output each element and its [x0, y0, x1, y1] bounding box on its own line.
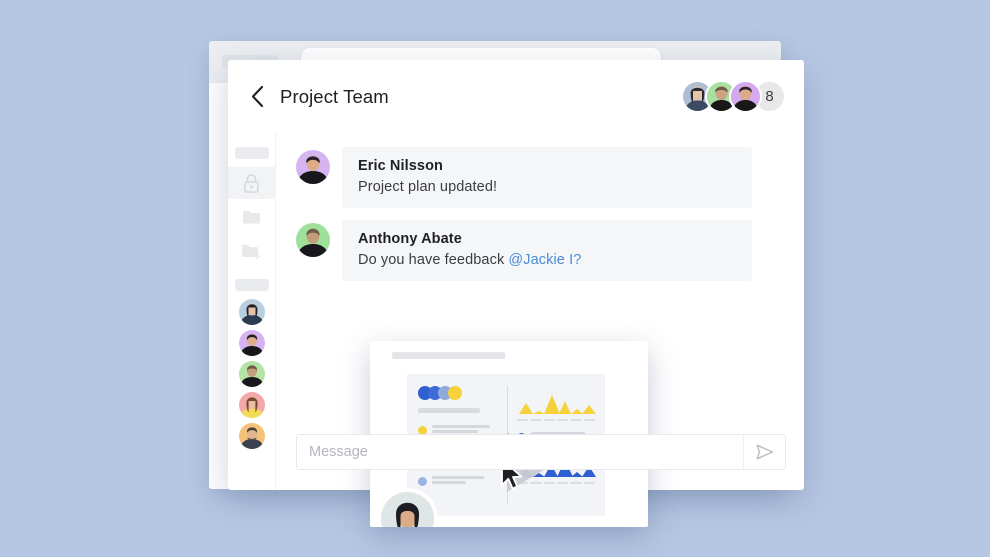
message-avatar — [296, 150, 330, 184]
message-bubble: Eric Nilsson Project plan updated! — [342, 147, 752, 208]
sidebar-avatar-1[interactable] — [238, 299, 265, 325]
participant-avatar-3[interactable] — [729, 80, 762, 113]
sidebar-item-folder[interactable] — [228, 201, 276, 233]
message-item: Eric Nilsson Project plan updated! — [296, 147, 786, 208]
mention-link[interactable]: @Jackie I? — [508, 252, 581, 268]
page-title: Project Team — [280, 85, 389, 107]
send-arrow-icon — [756, 444, 773, 460]
send-button[interactable] — [743, 435, 785, 469]
scene: Project Team 8 Eric Nilsson Project plan… — [0, 0, 990, 557]
top-yellow-peaks-chart — [517, 388, 596, 418]
message-text-body: Do you have feedback — [358, 252, 509, 268]
lock-icon — [244, 173, 259, 193]
message-text: Do you have feedback @Jackie I? — [358, 252, 736, 268]
message-item: Anthony Abate Do you have feedback @Jack… — [296, 220, 786, 281]
folder-plus-icon — [242, 244, 261, 260]
chevron-left-icon — [251, 86, 263, 107]
sidebar — [228, 133, 276, 490]
back-button[interactable] — [244, 84, 270, 110]
message-avatar — [296, 223, 330, 257]
sidebar-item-new-folder[interactable] — [228, 235, 276, 267]
sidebar-avatar-4[interactable] — [238, 392, 265, 418]
message-author: Anthony Abate — [358, 231, 462, 247]
slide-header-dots — [418, 386, 498, 400]
message-composer — [276, 434, 804, 490]
message-author: Eric Nilsson — [358, 158, 444, 174]
chat-body: Eric Nilsson Project plan updated! Antho… — [228, 133, 804, 490]
top-chart-axis-ticks — [517, 419, 595, 421]
conversation-panel: Eric Nilsson Project plan updated! Antho… — [276, 133, 804, 490]
participant-avatar-group[interactable]: 8 — [681, 80, 786, 113]
sidebar-avatar-3[interactable] — [238, 361, 265, 387]
sidebar-item-private-channel[interactable] — [228, 167, 276, 199]
folder-icon — [243, 210, 260, 224]
message-input[interactable] — [297, 444, 743, 460]
sidebar-chip-top — [234, 147, 269, 159]
chat-header: Project Team 8 — [228, 60, 804, 133]
slide-title-placeholder — [418, 408, 480, 413]
sidebar-avatar-2[interactable] — [238, 330, 265, 356]
header-dot-4 — [448, 386, 462, 400]
message-text: Project plan updated! — [358, 179, 498, 195]
composer-box[interactable] — [296, 434, 786, 470]
share-card-title-placeholder — [392, 352, 505, 359]
sidebar-avatar-5[interactable] — [238, 423, 265, 449]
sidebar-chip-section — [234, 279, 269, 291]
message-bubble: Anthony Abate Do you have feedback @Jack… — [342, 220, 752, 281]
